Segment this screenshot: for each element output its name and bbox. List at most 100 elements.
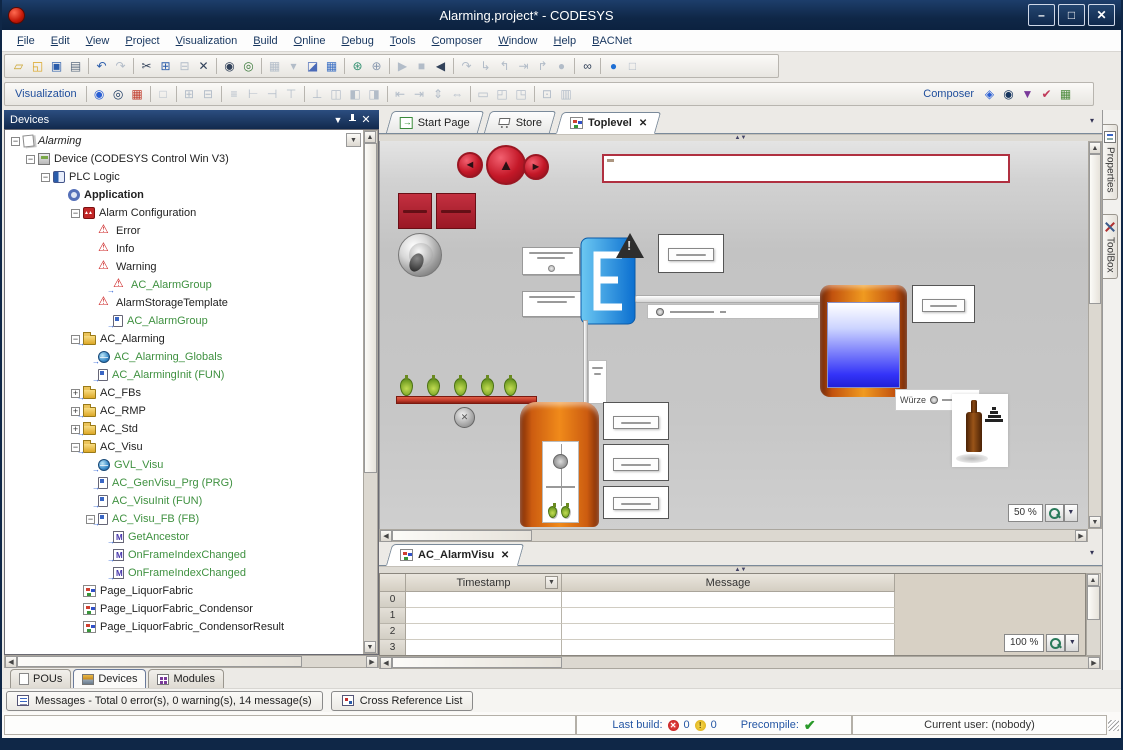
scroll-up-icon[interactable]: ▲ — [364, 131, 376, 143]
visu-button[interactable] — [613, 497, 659, 510]
zoom-magnifier-icon[interactable] — [1046, 634, 1065, 652]
login-icon[interactable]: ◀ — [431, 57, 450, 76]
nav-right-button[interactable]: ► — [523, 154, 549, 180]
splitter[interactable]: ▲▼ — [379, 134, 1102, 141]
tree-item-onframeindexchanged[interactable]: −→OnFrameIndexChanged — [5, 564, 362, 582]
tab-list-dropdown-icon[interactable]: ▾ — [1090, 116, 1094, 125]
scroll-down-icon[interactable]: ▼ — [1089, 516, 1101, 528]
scroll-left-icon[interactable]: ◀ — [380, 530, 392, 542]
menu-file[interactable]: File — [10, 33, 42, 49]
online-config-icon[interactable]: ● — [604, 57, 623, 76]
tab-store[interactable]: Store — [484, 111, 557, 133]
panel-tab-pous[interactable]: POUs — [10, 669, 71, 688]
table-horizontal-scrollbar[interactable]: ◀ ▶ — [379, 656, 1101, 669]
tree-item-ac-alarminginit-fun[interactable]: −→AC_AlarmingInit (FUN) — [5, 366, 362, 384]
menu-debug[interactable]: Debug — [334, 33, 380, 49]
close-icon[interactable]: ✕ — [501, 550, 509, 561]
visu-zoom-out-icon[interactable]: ◎ — [109, 85, 128, 104]
visu-button[interactable] — [613, 416, 659, 429]
scrollbar-thumb[interactable] — [1087, 586, 1100, 620]
tree-item-ac-alarmgroup[interactable]: −→AC_AlarmGroup — [5, 312, 362, 330]
tree-item-ac-visu-fb-fb[interactable]: −→AC_Visu_FB (FB) — [5, 510, 362, 528]
cross-reference-tab[interactable]: Cross Reference List — [331, 691, 474, 711]
panel-close-icon[interactable]: ✕ — [359, 113, 373, 126]
tree-item-ac-visu[interactable]: −→AC_Visu — [5, 438, 362, 456]
scroll-up-icon[interactable]: ▲ — [1087, 574, 1099, 586]
scroll-up-icon[interactable]: ▲ — [1089, 142, 1101, 154]
tree-item-page-liquorfabric[interactable]: −Page_LiquorFabric — [5, 582, 362, 600]
scrollbar-thumb[interactable] — [364, 143, 377, 473]
table-vertical-scrollbar[interactable]: ▲ — [1086, 573, 1101, 656]
column-header-timestamp[interactable]: Timestamp▼ — [406, 574, 562, 592]
build-icon[interactable]: ⊛ — [348, 57, 367, 76]
messages-tab[interactable]: Messages - Total 0 error(s), 0 warning(s… — [6, 691, 323, 711]
window-maximize-button[interactable]: □ — [1058, 4, 1085, 26]
tree-item-alarming[interactable]: −Alarming — [5, 132, 362, 150]
side-tab-properties[interactable]: Properties — [1103, 124, 1118, 200]
tree-item-ac-alarmgroup[interactable]: −→AC_AlarmGroup — [5, 276, 362, 294]
tree-item-ac-alarming-globals[interactable]: −→AC_Alarming_Globals — [5, 348, 362, 366]
zoom-dropdown-icon[interactable]: ▼ — [1065, 634, 1079, 652]
alarm-red-button-1[interactable] — [398, 193, 432, 229]
menu-project[interactable]: Project — [118, 33, 166, 49]
tree-item-plc-logic[interactable]: −PLC Logic — [5, 168, 362, 186]
tree-item-ac-fbs[interactable]: +→AC_FBs — [5, 384, 362, 402]
canvas-vertical-scrollbar[interactable]: ▲ ▼ — [1088, 141, 1102, 529]
menu-tools[interactable]: Tools — [383, 33, 423, 49]
visu-button[interactable] — [668, 248, 714, 261]
generate-code-icon[interactable]: ⊕ — [367, 57, 386, 76]
watch-icon[interactable]: ∞ — [578, 57, 597, 76]
scroll-right-icon[interactable]: ▶ — [1075, 530, 1087, 542]
tree-filter-dropdown[interactable]: ▼ — [346, 133, 361, 147]
tab-start-page[interactable]: Start Page — [386, 111, 484, 133]
menu-bacnet[interactable]: BACNet — [585, 33, 639, 49]
visu-elements-icon[interactable]: ▦ — [128, 85, 147, 104]
expander-icon[interactable]: − — [11, 137, 20, 146]
menu-online[interactable]: Online — [287, 33, 333, 49]
open-file-icon[interactable]: ◱ — [28, 57, 47, 76]
pin-icon[interactable] — [345, 113, 359, 126]
resize-grip[interactable] — [1108, 720, 1119, 731]
scroll-left-icon[interactable]: ◀ — [5, 656, 17, 668]
expander-icon[interactable]: − — [26, 155, 35, 164]
tree-item-alarmstoragetemplate[interactable]: −AlarmStorageTemplate — [5, 294, 362, 312]
sort-dropdown-icon[interactable]: ▼ — [545, 576, 558, 589]
composer-grid-icon[interactable]: ▦ — [1056, 85, 1075, 104]
find-icon[interactable]: ◉ — [220, 57, 239, 76]
tab-list-dropdown-icon[interactable]: ▾ — [1090, 548, 1094, 557]
tree-item-info[interactable]: −Info — [5, 240, 362, 258]
composer-modules-icon[interactable]: ▼ — [1018, 85, 1037, 104]
delete-icon[interactable]: ✕ — [194, 57, 213, 76]
copy-icon[interactable]: ⊞ — [156, 57, 175, 76]
scrollbar-thumb[interactable] — [1089, 154, 1101, 304]
scrollbar-thumb[interactable] — [17, 656, 302, 667]
tree-item-gvl-visu[interactable]: −→GVL_Visu — [5, 456, 362, 474]
tree-item-ac-rmp[interactable]: +→AC_RMP — [5, 402, 362, 420]
visu-button[interactable] — [922, 299, 965, 312]
scroll-right-icon[interactable]: ▶ — [1088, 657, 1100, 669]
tree-vertical-scrollbar[interactable]: ▲ ▼ — [363, 130, 378, 654]
close-icon[interactable]: ✕ — [639, 118, 647, 129]
panel-tab-devices[interactable]: Devices — [73, 669, 146, 688]
scroll-down-icon[interactable]: ▼ — [364, 641, 376, 653]
nav-left-button[interactable]: ◄ — [457, 152, 483, 178]
composer-search-icon[interactable]: ◉ — [999, 85, 1018, 104]
tree-item-alarm-configuration[interactable]: −Alarm Configuration — [5, 204, 362, 222]
menu-edit[interactable]: Edit — [44, 33, 77, 49]
panel-tab-modules[interactable]: Modules — [148, 669, 224, 688]
zoom-value[interactable]: 50 % — [1008, 504, 1043, 522]
expander-icon[interactable]: − — [71, 209, 80, 218]
find-replace-icon[interactable]: ◎ — [239, 57, 258, 76]
tab-toplevel[interactable]: Toplevel✕ — [556, 112, 662, 134]
visu-button[interactable] — [613, 458, 659, 471]
menu-window[interactable]: Window — [491, 33, 544, 49]
zoom-magnifier-icon[interactable] — [1045, 504, 1064, 522]
canvas-horizontal-scrollbar[interactable]: ◀ ▶ — [379, 529, 1088, 542]
scroll-right-icon[interactable]: ▶ — [366, 656, 378, 668]
menu-help[interactable]: Help — [546, 33, 583, 49]
column-header-message[interactable]: Message — [562, 574, 895, 592]
new-file-icon[interactable]: ▱ — [9, 57, 28, 76]
visu-zoom-select-icon[interactable]: ◉ — [90, 85, 109, 104]
splitter[interactable]: ▲▼ — [379, 566, 1102, 573]
scrollbar-thumb[interactable] — [392, 657, 562, 668]
